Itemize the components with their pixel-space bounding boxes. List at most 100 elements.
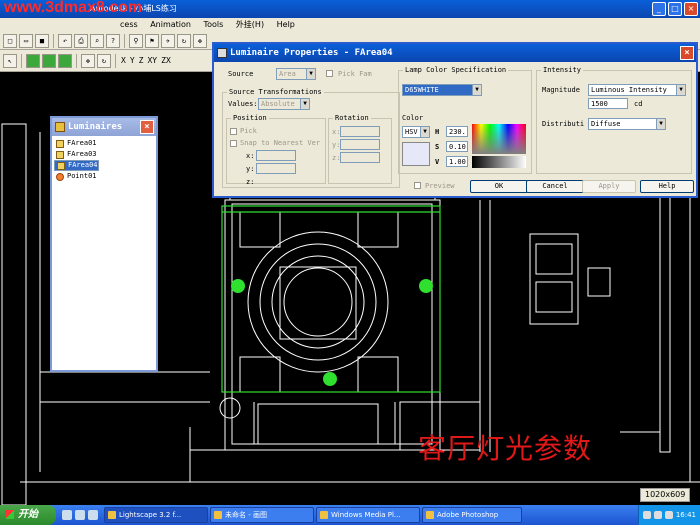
area-light-icon: [56, 150, 64, 159]
color-swatch: [402, 142, 430, 166]
axis-zx-button[interactable]: ZX: [160, 56, 172, 65]
start-button[interactable]: 开始: [0, 505, 56, 525]
task-label: Windows Media Pl...: [331, 511, 401, 519]
menu-item-tools[interactable]: Tools: [204, 20, 224, 29]
viewport-caption: 客厅灯光参数: [418, 432, 593, 465]
chevron-down-icon: ▼: [306, 69, 315, 79]
dialog-title: Luminaire Properties - FArea04: [230, 48, 393, 58]
dialog-title-bar[interactable]: Luminaire Properties - FArea04 ×: [214, 44, 696, 62]
snap-checkbox[interactable]: [230, 140, 237, 147]
lamp-color-select[interactable]: D65WHITE ▼: [402, 84, 482, 96]
maximize-button[interactable]: □: [668, 2, 682, 16]
undo-icon[interactable]: ↶: [58, 33, 72, 48]
pick-fam-checkbox[interactable]: [326, 70, 333, 77]
taskbar-task[interactable]: Adobe Photoshop: [422, 507, 522, 523]
move-icon[interactable]: ✥: [81, 53, 95, 68]
preview-checkbox[interactable]: [414, 182, 421, 189]
luminaires-panel: Luminaires × FArea01FArea03FArea04FArea0…: [50, 116, 158, 372]
cube-shaded-icon[interactable]: [58, 53, 72, 68]
menu-item-animation[interactable]: Animation: [150, 20, 191, 29]
magnitude-select[interactable]: Luminous Intensity ▼: [588, 84, 686, 96]
minimize-button[interactable]: _: [652, 2, 666, 16]
position-x-field[interactable]: [256, 150, 296, 161]
task-label: Lightscape 3.2 f...: [119, 511, 182, 519]
rotation-y-field[interactable]: [340, 139, 380, 150]
task-label: 未命名 - 画图: [225, 511, 267, 519]
v-field[interactable]: 1.00: [446, 156, 468, 167]
shield-icon[interactable]: [664, 511, 673, 519]
area-light-icon: [56, 139, 64, 148]
close-button[interactable]: ×: [684, 2, 698, 16]
print-icon[interactable]: ⎙: [74, 33, 88, 48]
luminaire-properties-dialog: Luminaire Properties - FArea04 × Source …: [212, 42, 698, 198]
color-model-select[interactable]: HSV ▼: [402, 126, 430, 138]
media-icon[interactable]: [75, 510, 85, 520]
luminaires-close-icon[interactable]: ×: [140, 120, 154, 134]
source-label: Source: [228, 70, 254, 78]
fly-icon[interactable]: ✈: [161, 33, 175, 48]
chevron-down-icon: ▼: [676, 85, 685, 95]
ok-button[interactable]: OK: [470, 180, 528, 193]
s-field[interactable]: 0.10: [446, 141, 468, 152]
value-slider[interactable]: [472, 156, 526, 168]
axis-y-button[interactable]: Y: [129, 56, 136, 65]
cube-solid-icon[interactable]: [42, 53, 56, 68]
cancel-button[interactable]: Cancel: [526, 180, 584, 193]
system-tray: 16:41: [637, 505, 700, 525]
luminaire-label: FArea01: [67, 139, 97, 147]
save-icon[interactable]: ■: [35, 33, 49, 48]
volume-icon[interactable]: [653, 511, 662, 519]
run-icon[interactable]: ⚑: [145, 33, 159, 48]
rotation-z-field[interactable]: [340, 152, 380, 163]
luminaire-item[interactable]: FArea01: [54, 138, 156, 149]
ie-icon[interactable]: [62, 510, 72, 520]
h-field[interactable]: 230.: [446, 126, 468, 137]
viewport-dimensions: 1020x609: [640, 488, 691, 502]
open-folder-icon[interactable]: ▭: [19, 33, 33, 48]
menu-item-plugins[interactable]: 外挂(H): [236, 20, 264, 29]
taskbar-task[interactable]: 未命名 - 画图: [210, 507, 314, 523]
network-icon[interactable]: [642, 511, 651, 519]
cube-green-icon[interactable]: [26, 53, 40, 68]
luminaire-item[interactable]: FArea04: [54, 160, 99, 171]
orbit-icon[interactable]: ↻: [97, 53, 111, 68]
intensity-field[interactable]: 1500: [588, 98, 628, 109]
axis-xy-button[interactable]: XY: [146, 56, 158, 65]
intensity-label: Intensity: [541, 66, 583, 74]
luminaire-label: FArea04: [68, 161, 98, 169]
chevron-down-icon: ▼: [300, 99, 309, 109]
task-label: Adobe Photoshop: [437, 511, 499, 519]
new-file-icon[interactable]: □: [3, 33, 17, 48]
rotate-icon[interactable]: ↻: [177, 33, 191, 48]
help-arrow-icon[interactable]: ?: [106, 33, 120, 48]
luminaires-title-bar[interactable]: Luminaires ×: [52, 118, 156, 136]
axis-z-button[interactable]: Z: [138, 56, 145, 65]
help-button[interactable]: Help: [640, 180, 694, 193]
luminaires-list: FArea01FArea03FArea04FArea08Point01: [52, 136, 156, 182]
axis-x-button[interactable]: X: [120, 56, 127, 65]
pick-checkbox[interactable]: [230, 128, 237, 135]
dialog-close-icon[interactable]: ×: [680, 46, 694, 60]
position-y-field[interactable]: [256, 163, 296, 174]
hue-saturation-picker[interactable]: [472, 124, 526, 154]
luminaire-item[interactable]: FArea03: [54, 149, 156, 160]
select-icon[interactable]: ↖: [3, 53, 17, 68]
point-light-icon: [56, 172, 64, 181]
apply-button[interactable]: Apply: [582, 180, 636, 193]
menu-item-help[interactable]: Help: [277, 20, 295, 29]
taskbar-task[interactable]: Windows Media Pl...: [316, 507, 420, 523]
distribution-select[interactable]: Diffuse ▼: [588, 118, 666, 130]
walk-icon[interactable]: ⚲: [129, 33, 143, 48]
taskbar-task[interactable]: Lightscape 3.2 f...: [104, 507, 208, 523]
luminaire-item[interactable]: Point01: [54, 171, 156, 182]
source-select[interactable]: Area ▼: [276, 68, 316, 80]
desktop-icon[interactable]: [88, 510, 98, 520]
magnitude-value: Luminous Intensity: [591, 86, 667, 94]
values-select[interactable]: Absolute ▼: [258, 98, 310, 110]
h-label: H: [435, 128, 440, 136]
rotation-x-field[interactable]: [340, 126, 380, 137]
position-y-label: y:: [246, 165, 255, 173]
pan-icon[interactable]: ✥: [193, 33, 207, 48]
zoom-icon[interactable]: ⌕: [90, 33, 104, 48]
menu-item-process[interactable]: cess: [120, 20, 138, 29]
